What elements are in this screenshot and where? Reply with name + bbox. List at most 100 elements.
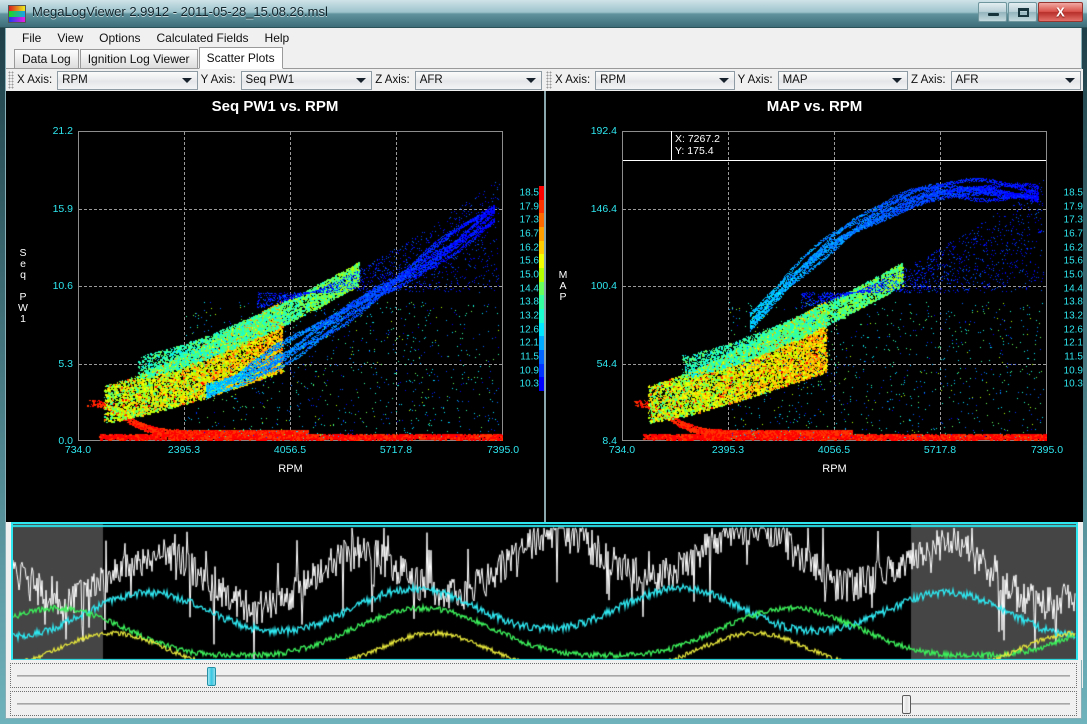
window-title: MegaLogViewer 2.9912 - 2011-05-28_15.08.…: [32, 4, 328, 19]
x-axis-tick-label: 5717.8: [380, 444, 412, 456]
color-bar-tick-label: 16.7: [1064, 228, 1083, 239]
menu-view[interactable]: View: [49, 29, 91, 47]
left-z-axis-label: Z Axis:: [374, 74, 413, 86]
left-x-axis-select[interactable]: RPM: [57, 71, 197, 90]
color-bar-tick-label: 15.6: [520, 256, 539, 267]
y-axis-tick-label: 146.4: [557, 203, 617, 215]
crosshair-readout: X: 7267.2 Y: 175.4: [675, 133, 720, 157]
color-bar-tick-label: 13.8: [1064, 297, 1083, 308]
y-axis-title: M A P: [554, 270, 572, 303]
minimize-icon: [988, 13, 999, 16]
color-bar-tick-label: 10.9: [1064, 365, 1083, 376]
color-bar-tick-label: 16.7: [520, 228, 539, 239]
close-button[interactable]: X: [1038, 2, 1083, 22]
right-y-axis-label: Y Axis:: [737, 74, 776, 86]
scatter-points-canvas: [78, 131, 503, 441]
menu-bar: File View Options Calculated Fields Help: [6, 28, 1081, 48]
zoom-position-slider[interactable]: [10, 691, 1077, 716]
color-bar-tick-label: 17.3: [520, 215, 539, 226]
timeline-graph[interactable]: Max = 7395.0Max = 21.249Max = 13.5Max = …: [11, 522, 1078, 682]
maximize-button[interactable]: [1008, 2, 1037, 22]
color-bar: 18.5 17.9 17.3 16.7 16.2 15.6 15.0 14.4 13.8 13.2…: [509, 186, 544, 391]
x-axis-tick-label: 7395.0: [1031, 444, 1063, 456]
color-bar-tick-label: 17.9: [520, 201, 539, 212]
color-bar-tick-label: 14.4: [1064, 283, 1083, 294]
chevron-down-icon: [526, 78, 536, 83]
left-y-axis-select[interactable]: Seq PW1: [241, 71, 373, 90]
right-z-axis-label: Z Axis:: [910, 74, 949, 86]
toolbar-grip-icon[interactable]: [546, 71, 552, 89]
color-bar-tick-label: 13.2: [520, 310, 539, 321]
color-bar: 18.517.917.316.716.215.615.014.413.813.2…: [1053, 186, 1083, 391]
tab-data-log[interactable]: Data Log: [14, 49, 79, 68]
close-icon: X: [1039, 6, 1082, 19]
color-bar-tick-label: 15.0: [520, 269, 539, 280]
scatter-points-canvas: [622, 131, 1047, 441]
chevron-down-icon: [356, 78, 366, 83]
minimize-button[interactable]: [978, 2, 1007, 22]
left-scatter-plot[interactable]: Seq PW1 vs. RPM 0.05.310.615.921.2734.02…: [6, 91, 544, 522]
right-scatter-plot[interactable]: MAP vs. RPM 8.454.4100.4146.4192.4734.02…: [544, 91, 1083, 522]
color-bar-tick-label: 15.6: [1064, 256, 1083, 267]
menu-file[interactable]: File: [14, 29, 49, 47]
x-axis-tick-label: 4056.5: [818, 444, 850, 456]
left-axis-controls: X Axis: RPM Y Axis: Seq PW1 Z Axis: AFR: [6, 69, 544, 91]
zoom-slider-track[interactable]: [17, 703, 1070, 705]
maximize-icon: [1018, 8, 1029, 17]
x-axis-tick-label: 5717.8: [924, 444, 956, 456]
tab-scatter-plots[interactable]: Scatter Plots: [199, 47, 283, 69]
time-position-slider[interactable]: [10, 663, 1077, 688]
x-axis-title: RPM: [622, 463, 1047, 475]
y-axis-tick-label: 192.4: [557, 125, 617, 137]
toolbar-grip-icon[interactable]: [8, 71, 14, 89]
zoom-slider-handle[interactable]: [902, 695, 911, 714]
application-window: MegaLogViewer 2.9912 - 2011-05-28_15.08.…: [0, 0, 1087, 724]
y-axis-tick-label: 5.3: [13, 358, 73, 370]
crosshair-vertical-line: [671, 131, 672, 161]
x-axis-tick-label: 2395.3: [168, 444, 200, 456]
color-bar-tick-label: 10.3: [520, 379, 539, 390]
scatter-plot-panes: X Axis: RPM Y Axis: Seq PW1 Z Axis: AFR: [6, 69, 1083, 522]
right-plot-title: MAP vs. RPM: [546, 98, 1083, 115]
left-z-axis-select[interactable]: AFR: [415, 71, 542, 90]
y-axis-title: S e q P W 1: [14, 248, 32, 325]
x-axis-tick-label: 4056.5: [274, 444, 306, 456]
x-axis-tick-label: 734.0: [65, 444, 91, 456]
chevron-down-icon: [182, 78, 192, 83]
color-bar-tick-label: 18.5: [1064, 187, 1083, 198]
color-bar-tick-label: 14.4: [520, 283, 539, 294]
color-bar-tick-label: 13.2: [1064, 310, 1083, 321]
color-bar-tick-label: 11.5: [520, 351, 539, 362]
timeline-canvas: [13, 524, 1076, 680]
right-x-axis-value: RPM: [596, 74, 626, 86]
chevron-down-icon: [719, 78, 729, 83]
window-controls: X: [978, 2, 1083, 22]
x-axis-title: RPM: [78, 463, 503, 475]
color-bar-tick-label: 13.8: [520, 297, 539, 308]
color-bar-tick-label: 16.2: [520, 242, 539, 253]
title-bar: MegaLogViewer 2.9912 - 2011-05-28_15.08.…: [0, 0, 1087, 28]
color-bar-tick-label: 17.9: [1064, 201, 1083, 212]
right-y-axis-select[interactable]: MAP: [778, 71, 908, 90]
tab-ignition-log-viewer[interactable]: Ignition Log Viewer: [80, 49, 198, 68]
x-axis-tick-label: 734.0: [609, 444, 635, 456]
left-y-axis-value: Seq PW1: [242, 74, 295, 86]
y-axis-tick-label: 21.2: [13, 125, 73, 137]
client-area: File View Options Calculated Fields Help…: [5, 28, 1082, 688]
menu-help[interactable]: Help: [257, 29, 298, 47]
color-bar-tick-label: 18.5: [520, 187, 539, 198]
color-bar-tick-label: 10.3: [1064, 379, 1083, 390]
color-bar-tick-label: 12.6: [1064, 324, 1083, 335]
menu-options[interactable]: Options: [91, 29, 148, 47]
color-bar-tick-label: 12.1: [520, 338, 539, 349]
x-axis-tick-label: 7395.0: [487, 444, 519, 456]
tab-strip: Data Log Ignition Log Viewer Scatter Plo…: [6, 48, 1081, 69]
time-slider-handle[interactable]: [207, 667, 216, 686]
time-slider-track[interactable]: [17, 675, 1070, 677]
menu-calculated-fields[interactable]: Calculated Fields: [149, 29, 257, 47]
right-x-axis-select[interactable]: RPM: [595, 71, 734, 90]
chevron-down-icon: [1065, 78, 1075, 83]
color-bar-tick-label: 16.2: [1064, 242, 1083, 253]
right-z-axis-select[interactable]: AFR: [951, 71, 1081, 90]
y-axis-tick-label: 15.9: [13, 203, 73, 215]
